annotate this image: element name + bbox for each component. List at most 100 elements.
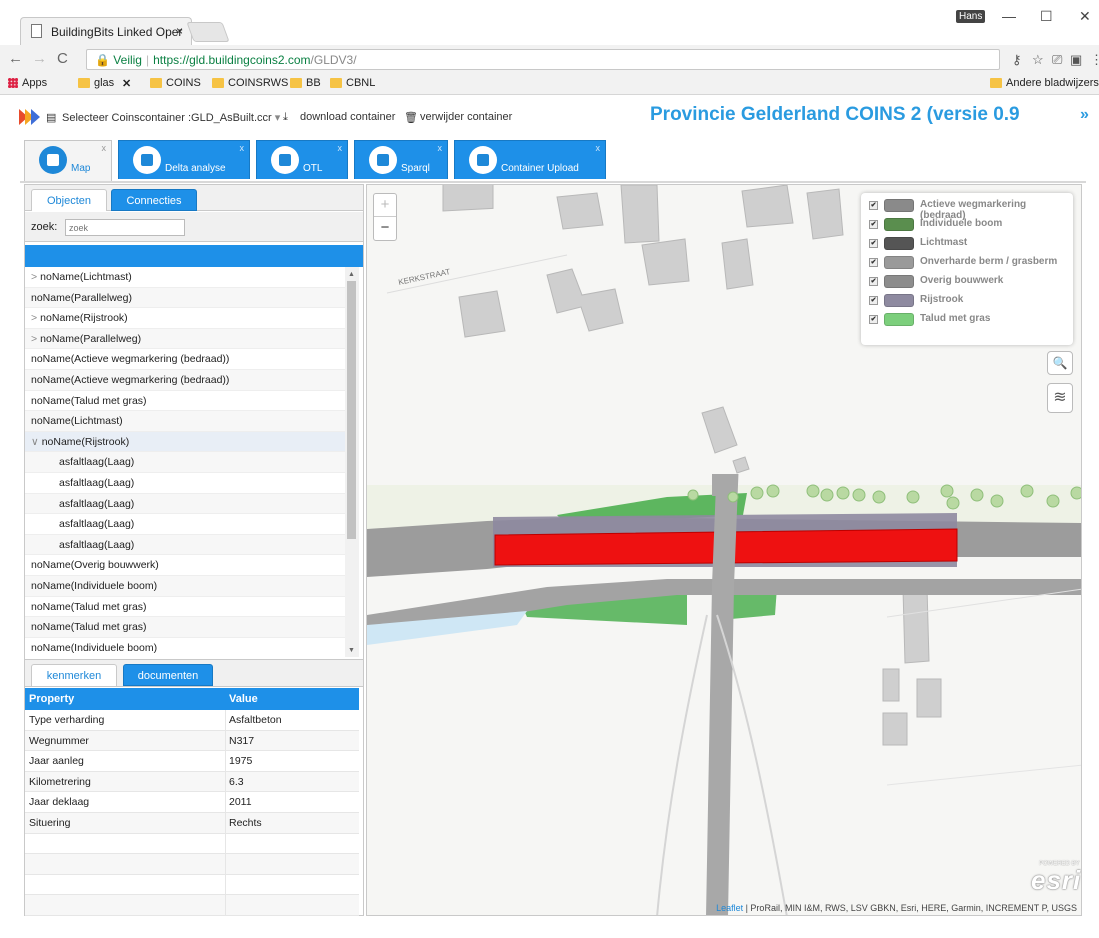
app-logo-icon: [19, 109, 40, 125]
cast-icon[interactable]: ⎚: [1052, 52, 1062, 68]
value-column-header: Value: [229, 693, 258, 705]
legend-checkbox[interactable]: ✔: [869, 277, 878, 286]
tree-item[interactable]: ∨ noName(Rijstrook): [25, 431, 345, 453]
bookmark-coinsrws[interactable]: COINSRWS: [212, 77, 288, 89]
legend-checkbox[interactable]: ✔: [869, 220, 878, 229]
bookmark-bb[interactable]: BB: [290, 77, 321, 89]
tree-item[interactable]: noName(Talud met gras): [25, 597, 345, 618]
expand-title-button[interactable]: »: [1080, 106, 1089, 124]
layers-button[interactable]: ≋: [1047, 383, 1073, 413]
chevron-right-icon[interactable]: >: [31, 312, 37, 324]
tab-delta-analyse[interactable]: Delta analyse x: [118, 140, 250, 179]
minimize-button[interactable]: —: [1002, 8, 1016, 24]
legend-checkbox[interactable]: ✔: [869, 201, 878, 210]
key-icon[interactable]: ⚷: [1012, 52, 1022, 68]
tab-container-upload[interactable]: Container Upload x: [454, 140, 606, 179]
user-badge[interactable]: Hans: [956, 10, 986, 23]
address-bar[interactable]: 🔒 Veilig | https://gld.buildingcoins2.com/…: [86, 49, 1000, 70]
tree-item[interactable]: > noName(Rijstrook): [25, 308, 345, 329]
menu-icon[interactable]: ⋮: [1090, 52, 1099, 68]
tree-item[interactable]: noName(Individuele boom): [25, 575, 345, 597]
tree-item[interactable]: noName(Parallelweg): [25, 287, 345, 309]
tab-kenmerken[interactable]: kenmerken: [31, 664, 117, 686]
leaflet-link[interactable]: Leaflet: [716, 903, 743, 913]
bookmark-coins[interactable]: COINS: [150, 77, 201, 89]
page-icon: [31, 24, 42, 38]
tab-sparql[interactable]: Sparql x: [354, 140, 448, 179]
bookmark-cbnl[interactable]: CBNL: [330, 77, 375, 89]
tree-item[interactable]: asfaltlaag(Laag): [25, 534, 345, 556]
app-title: Provincie Gelderland COINS 2 (versie 0.9: [650, 104, 1020, 125]
close-tab-icon[interactable]: ×: [176, 24, 183, 38]
chevron-right-icon[interactable]: >: [31, 333, 37, 345]
tree-item[interactable]: noName(Talud met gras): [25, 617, 345, 638]
scroll-down-icon[interactable]: ▼: [348, 647, 355, 654]
chevron-right-icon[interactable]: >: [31, 271, 37, 283]
object-tree: > noName(Lichtmast) noName(Parallelweg) > no…: [25, 267, 345, 657]
tree-item[interactable]: > noName(Lichtmast): [25, 267, 345, 288]
close-tab-icon[interactable]: x: [102, 143, 107, 153]
maximize-button[interactable]: ☐: [1040, 8, 1053, 25]
bookmark-glas[interactable]: glas: [78, 77, 114, 89]
tree-item[interactable]: asfaltlaag(Laag): [25, 493, 345, 515]
new-tab-button[interactable]: [186, 22, 230, 42]
download-container-link[interactable]: download container: [300, 111, 395, 123]
tab-documenten[interactable]: documenten: [123, 664, 213, 686]
tree-item[interactable]: > noName(Parallelweg): [25, 328, 345, 350]
map-view[interactable]: KERKSTRAAT + − ✔ Actieve wegmarkering (b…: [366, 184, 1082, 916]
tree-header: [25, 245, 363, 267]
select-container-dropdown[interactable]: Selecteer Coinscontainer :GLD_AsBuilt.cc…: [62, 111, 280, 124]
tab-map[interactable]: Map x: [24, 140, 112, 182]
search-input[interactable]: [65, 219, 185, 236]
browser-tab[interactable]: BuildingBits Linked Oper ×: [20, 17, 192, 45]
close-tab-icon[interactable]: x: [338, 143, 343, 153]
close-window-button[interactable]: ✕: [1079, 8, 1091, 25]
tab-connecties[interactable]: Connecties: [111, 189, 197, 211]
property-row: [25, 874, 359, 896]
forward-icon[interactable]: →: [32, 50, 47, 67]
tree-item[interactable]: noName(Overig bouwwerk): [25, 555, 345, 576]
bookmark-link[interactable]: ✕: [122, 77, 131, 90]
legend-checkbox[interactable]: ✔: [869, 296, 878, 305]
tree-item[interactable]: noName(Actieve wegmarkering (bedraad)): [25, 349, 345, 370]
search-icon: 🔍: [1052, 356, 1068, 370]
tree-item[interactable]: asfaltlaag(Laag): [25, 473, 345, 494]
property-row: [25, 833, 359, 855]
legend-label: Overig bouwwerk: [920, 275, 1004, 286]
close-tab-icon[interactable]: x: [438, 143, 443, 153]
tree-item[interactable]: asfaltlaag(Laag): [25, 514, 345, 535]
tab-otl[interactable]: OTL x: [256, 140, 348, 179]
legend-checkbox[interactable]: ✔: [869, 315, 878, 324]
trash-icon[interactable]: 🗑: [404, 111, 418, 124]
tree-item-label: asfaltlaag(Laag): [59, 497, 135, 510]
extension-icon[interactable]: ▣: [1070, 52, 1082, 68]
star-icon[interactable]: ☆: [1032, 52, 1044, 68]
tree-item[interactable]: noName(Individuele boom): [25, 638, 345, 657]
zoom-in-button[interactable]: +: [374, 194, 396, 217]
legend-checkbox[interactable]: ✔: [869, 258, 878, 267]
url-host: https://gld.buildingcoins2.com: [153, 53, 311, 67]
tab-objecten[interactable]: Objecten: [31, 189, 107, 211]
bookmark-apps[interactable]: Apps: [8, 77, 47, 89]
zoom-out-button[interactable]: −: [374, 217, 396, 240]
tree-item[interactable]: noName(Lichtmast): [25, 411, 345, 432]
scroll-up-icon[interactable]: ▲: [348, 271, 355, 278]
back-icon[interactable]: ←: [8, 50, 23, 67]
tree-scrollbar-thumb[interactable]: [347, 281, 356, 539]
download-icon[interactable]: ⤓: [283, 111, 288, 124]
tree-item[interactable]: noName(Talud met gras): [25, 391, 345, 412]
tree-item-label: noName(Talud met gras): [31, 621, 147, 634]
tree-item-label: noName(Overig bouwwerk): [31, 559, 159, 572]
tree-item[interactable]: noName(Actieve wegmarkering (bedraad)): [25, 369, 345, 391]
tree-item[interactable]: asfaltlaag(Laag): [25, 452, 345, 473]
delete-container-link[interactable]: verwijder container: [420, 111, 512, 123]
close-tab-icon[interactable]: x: [596, 143, 601, 153]
reload-icon[interactable]: C: [57, 50, 68, 67]
close-tab-icon[interactable]: x: [240, 143, 245, 153]
legend-checkbox[interactable]: ✔: [869, 239, 878, 248]
map-search-button[interactable]: 🔍: [1047, 351, 1073, 375]
other-bookmarks[interactable]: Andere bladwijzers: [990, 77, 1099, 89]
legend-label: Individuele boom: [920, 218, 1003, 229]
apps-icon: [8, 78, 18, 88]
chevron-down-icon[interactable]: ∨: [31, 436, 39, 448]
